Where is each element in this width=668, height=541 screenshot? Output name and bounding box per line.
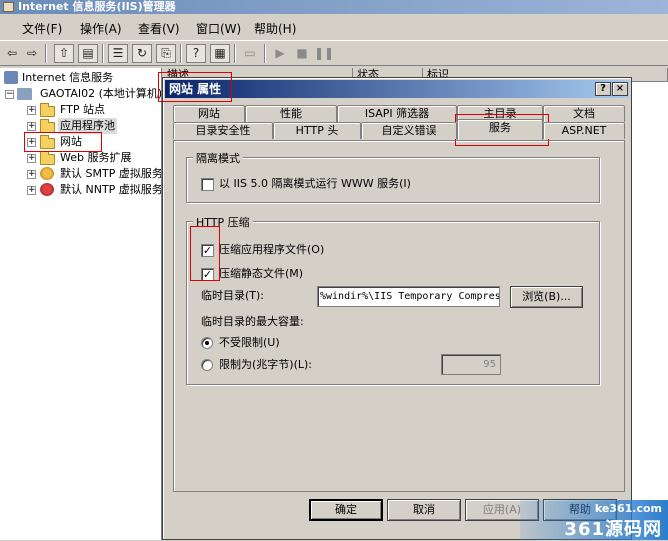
toolbar-separator <box>102 44 104 63</box>
stop-icon[interactable]: ■ <box>292 44 312 63</box>
iis5-isolation-label: 以 IIS 5.0 隔离模式运行 WWW 服务(I) <box>219 177 411 190</box>
compress-static-files-label: 压缩静态文件(M) <box>219 267 304 280</box>
temp-directory-input[interactable]: %windir%\IIS Temporary Compres <box>317 286 500 307</box>
main-window-titlebar[interactable]: Internet 信息服务(IIS)管理器 <box>0 0 668 14</box>
computer-icon <box>17 88 32 100</box>
tree-item-app-pools[interactable]: + 应用程序池 <box>0 118 161 134</box>
expand-icon[interactable]: + <box>27 106 36 115</box>
expand-icon[interactable]: + <box>27 138 36 147</box>
isolation-mode-group: 隔离模式 以 IIS 5.0 隔离模式运行 WWW 服务(I) <box>186 150 600 203</box>
site-watermark: ke361.com 361源码网 <box>520 500 668 540</box>
show-tree-icon[interactable]: ▤ <box>78 44 98 63</box>
expand-icon[interactable]: + <box>27 154 36 163</box>
play-icon[interactable]: ▶ <box>270 44 290 63</box>
pause-icon[interactable]: ❚❚ <box>314 44 334 63</box>
browse-button[interactable]: 浏览(B)... <box>510 286 583 308</box>
toolbar-separator <box>45 44 47 63</box>
folder-icon <box>40 119 55 133</box>
tree-item-websites[interactable]: + 网站 <box>0 134 161 150</box>
tab-performance[interactable]: 性能 <box>245 105 337 122</box>
properties-icon[interactable]: ☰ <box>108 44 128 63</box>
compress-static-files-checkbox[interactable]: ✓ <box>201 268 214 281</box>
menu-action[interactable]: 操作(A) <box>80 20 122 37</box>
unlimited-label: 不受限制(U) <box>219 336 280 349</box>
dialog-titlebar[interactable]: 网站 属性 ? × <box>165 80 629 98</box>
menu-file[interactable]: 文件(F) <box>22 20 62 37</box>
iis5-isolation-checkbox[interactable] <box>201 178 214 191</box>
folder-icon <box>40 151 55 165</box>
tree-pane: Internet 信息服务 − GAOTAI02 (本地计算机) + FTP 站… <box>0 68 162 540</box>
folder-icon <box>40 103 55 117</box>
expand-icon[interactable]: + <box>27 186 36 195</box>
computer-icon[interactable]: ▭ <box>240 44 260 63</box>
toolbar: ⇦ ⇨ ⇧ ▤ ☰ ↻ ⎘ ? ▦ ▭ ▶ ■ ❚❚ <box>0 40 668 66</box>
watermark-url: ke361.com <box>594 502 662 515</box>
expand-icon[interactable]: + <box>27 122 36 131</box>
tree-item-smtp[interactable]: + 默认 SMTP 虚拟服务器 <box>0 166 161 182</box>
tab-aspnet[interactable]: ASP.NET <box>543 122 625 139</box>
tab-directory-security[interactable]: 目录安全性 <box>173 122 273 139</box>
tab-custom-errors[interactable]: 自定义错误 <box>361 122 457 139</box>
nntp-server-icon <box>40 183 54 196</box>
folder-icon <box>40 135 55 149</box>
menu-bar: 文件(F) 操作(A) 查看(V) 窗口(W) 帮助(H) <box>0 16 668 38</box>
http-compression-group: HTTP 压缩 ✓ 压缩应用程序文件(O) ✓ 压缩静态文件(M) 临时目录(T… <box>186 214 600 385</box>
export-icon[interactable]: ⎘ <box>156 44 176 63</box>
toolbar-separator <box>180 44 182 63</box>
compress-app-files-label: 压缩应用程序文件(O) <box>219 243 325 256</box>
limit-label: 限制为(兆字节)(L): <box>219 358 313 371</box>
toolbar-separator <box>234 44 236 63</box>
tab-service[interactable]: 服务 <box>457 119 543 140</box>
help-caption-button[interactable]: ? <box>595 82 611 96</box>
refresh-icon[interactable]: ↻ <box>132 44 152 63</box>
smtp-server-icon <box>40 167 54 180</box>
website-properties-dialog: 网站 属性 ? × 网站 性能 ISAPI 筛选器 主目录 文档 目录安全性 H… <box>162 77 632 540</box>
iis-app-icon <box>3 2 14 12</box>
tree-item-nntp[interactable]: + 默认 NNTP 虚拟服务器 <box>0 182 161 198</box>
expand-icon[interactable]: + <box>27 170 36 179</box>
forward-arrow-icon[interactable]: ⇨ <box>22 44 42 63</box>
tree-computer[interactable]: − GAOTAI02 (本地计算机) <box>0 86 161 102</box>
limit-mb-input[interactable]: 95 <box>441 354 501 375</box>
toolbar-separator <box>264 44 266 63</box>
tab-documents[interactable]: 文档 <box>543 105 625 122</box>
back-arrow-icon[interactable]: ⇦ <box>2 44 22 63</box>
temp-directory-label: 临时目录(T): <box>201 289 265 302</box>
close-icon[interactable]: × <box>612 82 628 96</box>
watermark-brand: 361源码网 <box>564 519 662 540</box>
tree-item-web-extensions[interactable]: + Web 服务扩展 <box>0 150 161 166</box>
http-compression-title: HTTP 压缩 <box>193 214 253 230</box>
up-folder-icon[interactable]: ⇧ <box>54 44 74 63</box>
cancel-button[interactable]: 取消 <box>387 499 461 521</box>
menu-help[interactable]: 帮助(H) <box>254 20 296 37</box>
dialog-title: 网站 属性 <box>169 82 222 96</box>
menu-view[interactable]: 查看(V) <box>138 20 180 37</box>
help-icon[interactable]: ? <box>186 44 206 63</box>
max-size-label: 临时目录的最大容量: <box>201 315 304 328</box>
collapse-icon[interactable]: − <box>5 90 14 99</box>
limit-radio[interactable] <box>201 359 213 371</box>
unlimited-radio[interactable] <box>201 337 213 349</box>
main-window-title: Internet 信息服务(IIS)管理器 <box>18 0 176 13</box>
iis-root-icon <box>4 71 18 84</box>
list-view-icon[interactable]: ▦ <box>210 44 230 63</box>
tab-http-headers[interactable]: HTTP 头 <box>273 122 361 139</box>
menu-window[interactable]: 窗口(W) <box>196 20 241 37</box>
ok-button[interactable]: 确定 <box>309 499 383 521</box>
tab-isapi-filters[interactable]: ISAPI 筛选器 <box>337 105 457 122</box>
isolation-mode-title: 隔离模式 <box>193 150 243 166</box>
service-tab-panel: 隔离模式 以 IIS 5.0 隔离模式运行 WWW 服务(I) HTTP 压缩 … <box>173 140 625 492</box>
tree-item-ftp[interactable]: + FTP 站点 <box>0 102 161 118</box>
tree-root[interactable]: Internet 信息服务 <box>0 70 161 86</box>
compress-app-files-checkbox[interactable]: ✓ <box>201 244 214 257</box>
tab-website[interactable]: 网站 <box>173 105 245 122</box>
